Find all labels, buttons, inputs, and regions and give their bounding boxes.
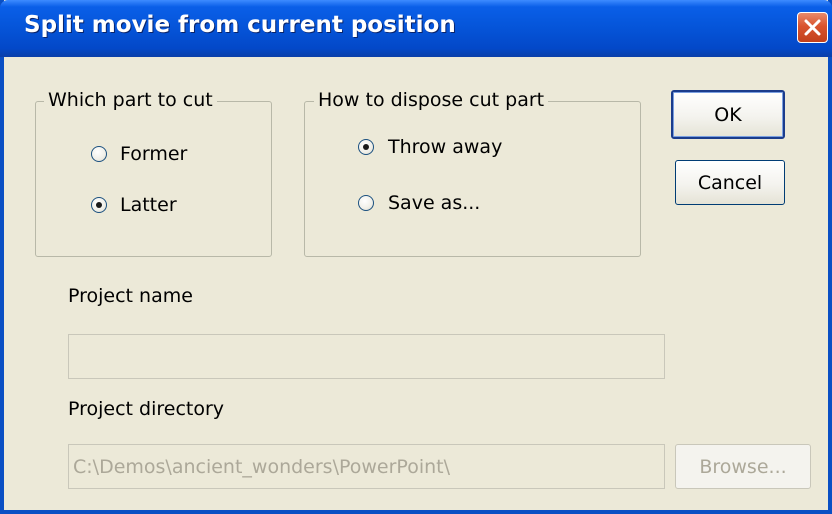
which-part-group-label: Which part to cut (44, 89, 217, 111)
radio-save-as[interactable] (358, 195, 374, 211)
cancel-button[interactable]: Cancel (675, 160, 785, 205)
split-movie-dialog: Split movie from current position Which … (0, 0, 832, 514)
radio-throw-away[interactable] (358, 139, 374, 155)
ok-button[interactable]: OK (671, 90, 785, 139)
radio-former[interactable] (91, 146, 107, 162)
radio-former-label[interactable]: Former (120, 143, 187, 165)
title-bar[interactable]: Split movie from current position (0, 0, 832, 57)
radio-latter-label[interactable]: Latter (120, 194, 177, 216)
radio-selected-dot (363, 144, 369, 150)
window-title: Split movie from current position (24, 12, 456, 38)
radio-throw-away-label[interactable]: Throw away (388, 136, 502, 158)
dispose-group-label: How to dispose cut part (314, 89, 549, 111)
project-name-input[interactable] (68, 334, 665, 379)
project-directory-label: Project directory (68, 398, 225, 420)
browse-button[interactable]: Browse... (675, 444, 811, 489)
radio-selected-dot (96, 202, 102, 208)
dispose-group (304, 101, 641, 257)
project-name-label: Project name (68, 285, 193, 307)
close-icon (804, 19, 821, 36)
project-directory-input[interactable] (68, 444, 665, 489)
radio-save-as-label[interactable]: Save as... (388, 192, 480, 214)
close-button[interactable] (797, 12, 828, 43)
which-part-group (35, 101, 272, 257)
radio-latter[interactable] (91, 197, 107, 213)
